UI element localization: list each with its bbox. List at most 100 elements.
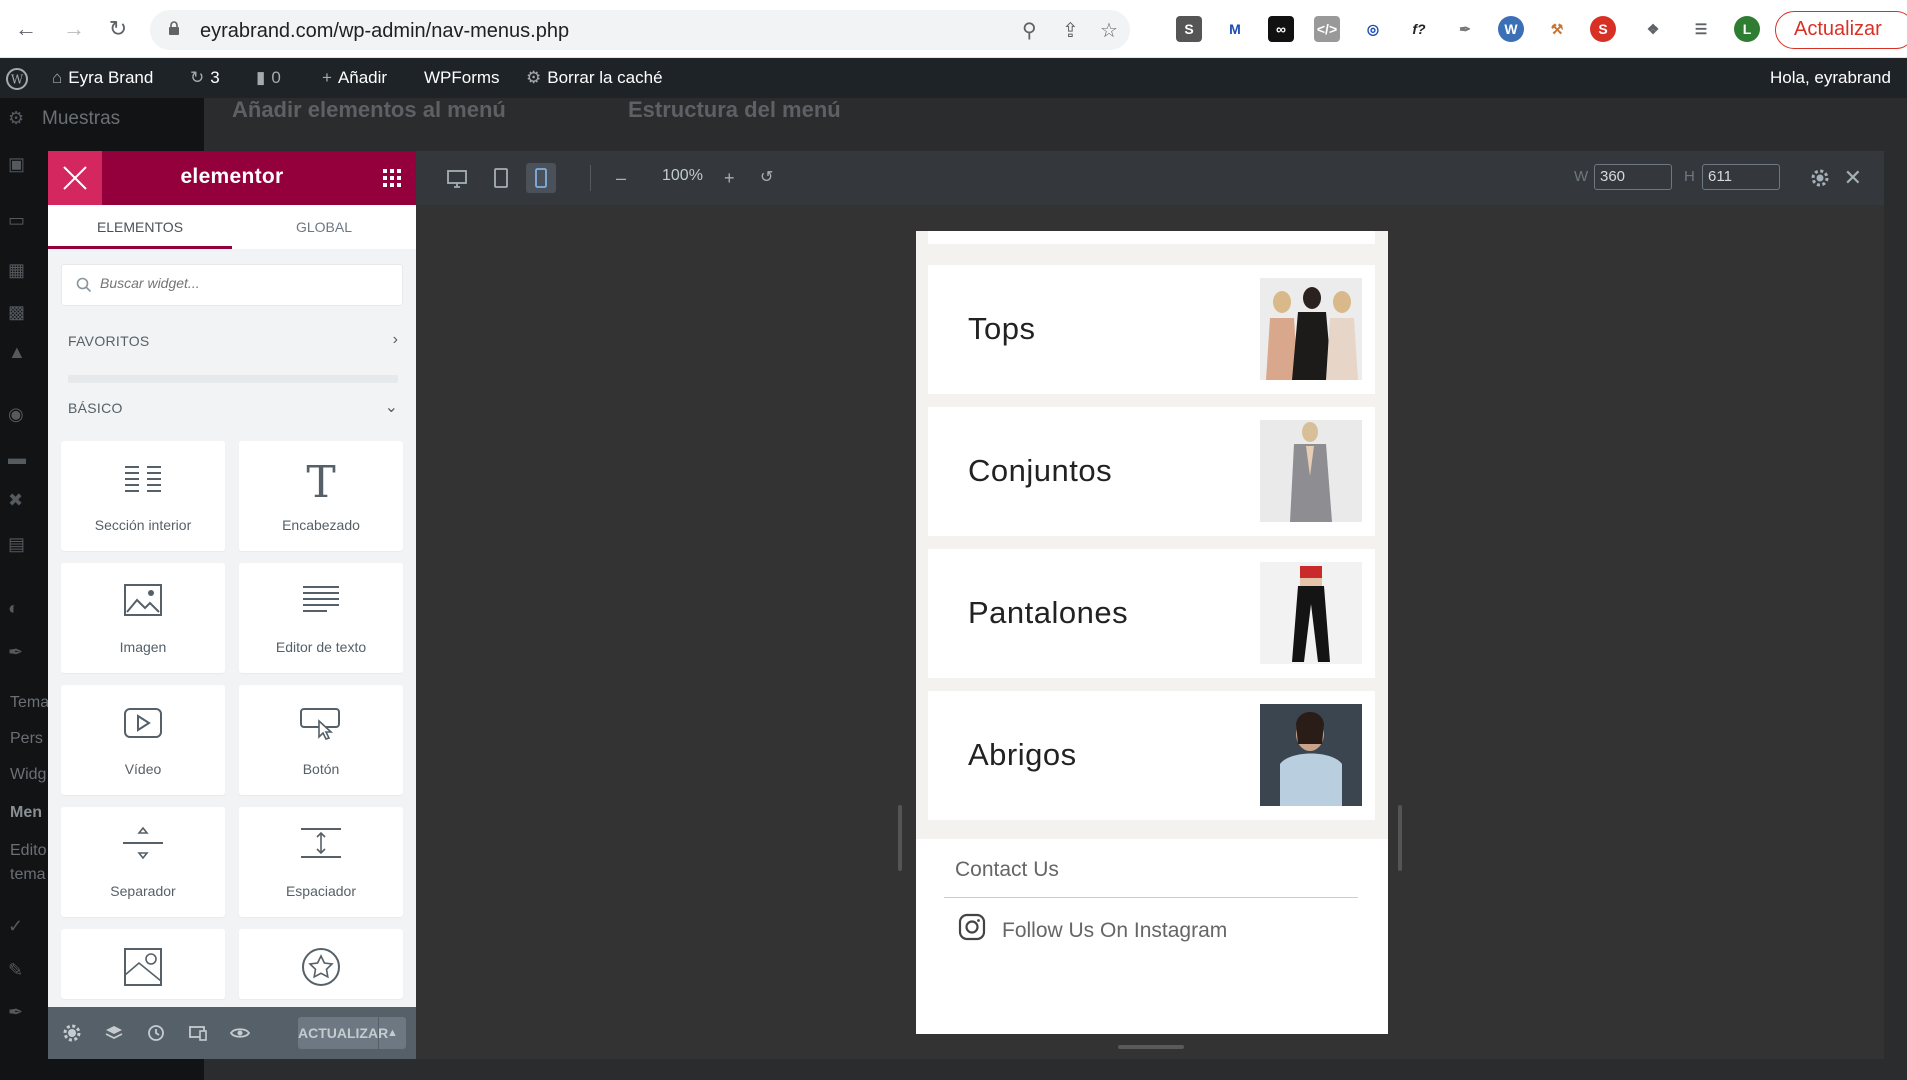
tablet-device-icon[interactable] bbox=[490, 167, 512, 189]
menu-item-conjuntos[interactable]: Conjuntos bbox=[928, 407, 1375, 536]
widget-divider[interactable]: Separador bbox=[61, 807, 225, 917]
widget-label: Sección interior bbox=[94, 517, 192, 533]
wordpress-logo-icon[interactable]: W bbox=[6, 68, 28, 95]
update-button-label: ACTUALIZAR bbox=[298, 1025, 389, 1041]
widget-video[interactable]: Vídeo bbox=[61, 685, 225, 795]
extension-wordpress-icon[interactable]: W bbox=[1498, 16, 1524, 42]
extension-target-icon[interactable]: ◎ bbox=[1360, 16, 1386, 42]
tab-elements[interactable]: ELEMENTOS bbox=[48, 205, 232, 249]
widget-button[interactable]: Botón bbox=[239, 685, 403, 795]
history-icon[interactable] bbox=[146, 1023, 166, 1043]
height-input[interactable]: 611 bbox=[1702, 164, 1780, 190]
extension-m-icon[interactable]: M bbox=[1222, 16, 1248, 42]
extension-hammer-icon[interactable]: ⚒ bbox=[1544, 16, 1570, 42]
media-queue-icon[interactable]: ☰ bbox=[1688, 16, 1714, 42]
back-icon[interactable]: ← bbox=[12, 15, 40, 43]
resize-handle-left[interactable] bbox=[898, 805, 902, 871]
chevron-down-icon[interactable]: ⌄ bbox=[385, 397, 398, 417]
add-new-link[interactable]: + Añadir bbox=[322, 68, 387, 88]
instagram-icon[interactable] bbox=[958, 913, 986, 941]
favorites-placeholder bbox=[68, 375, 398, 383]
sidebar-sub-widg[interactable]: Widg bbox=[10, 766, 46, 784]
zoom-in-icon[interactable]: + bbox=[724, 167, 735, 189]
comment-icon: ▮ bbox=[256, 68, 266, 87]
menu-item-partial[interactable] bbox=[928, 231, 1375, 244]
category-basic[interactable]: BÁSICO bbox=[68, 400, 123, 416]
widget-label: Encabezado bbox=[282, 517, 360, 533]
browser-update-button[interactable]: Actualizar bbox=[1775, 11, 1907, 49]
gear-icon[interactable] bbox=[1810, 167, 1830, 189]
menu-item-pantalones[interactable]: Pantalones bbox=[928, 549, 1375, 678]
widget-search[interactable] bbox=[61, 264, 403, 306]
widgets-grid-icon[interactable] bbox=[382, 168, 402, 188]
category-favorites[interactable]: FAVORITOS bbox=[68, 333, 150, 349]
extension-font-icon[interactable]: f? bbox=[1406, 16, 1432, 42]
desktop-device-icon[interactable] bbox=[446, 167, 468, 189]
forms-icon: ▤ bbox=[8, 534, 26, 554]
extension-eyedropper-icon[interactable]: ✒ bbox=[1452, 16, 1478, 42]
toolbar-divider bbox=[590, 165, 591, 191]
zoom-level: 100% bbox=[662, 167, 703, 184]
share-icon[interactable]: ⇪ bbox=[1062, 18, 1079, 43]
preview-eye-icon[interactable] bbox=[230, 1023, 250, 1043]
contact-us-link[interactable]: Contact Us bbox=[955, 858, 1059, 882]
extension-infinity-icon[interactable]: ∞ bbox=[1268, 16, 1294, 42]
search-icon bbox=[76, 277, 92, 293]
extension-s-icon[interactable]: S bbox=[1176, 16, 1202, 42]
reload-icon[interactable]: ↻ bbox=[104, 15, 132, 43]
chevron-right-icon[interactable]: › bbox=[393, 331, 398, 349]
widget-spacer[interactable]: Espaciador bbox=[239, 807, 403, 917]
widget-text-editor[interactable]: Editor de texto bbox=[239, 563, 403, 673]
wp-admin-bar: W ⌂ Eyra Brand ↻ 3 ▮ 0 + Añadir WPForms ⚙ Bor… bbox=[0, 59, 1907, 98]
updates-link[interactable]: ↻ 3 bbox=[190, 68, 220, 88]
search-input[interactable] bbox=[100, 275, 390, 291]
menu-item-abrigos[interactable]: Abrigos bbox=[928, 691, 1375, 820]
bottom-resize-handle[interactable] bbox=[1118, 1045, 1184, 1049]
sidebar-sub-tema[interactable]: Tema bbox=[10, 694, 49, 712]
responsive-mode-icon[interactable] bbox=[188, 1023, 208, 1043]
address-bar[interactable]: eyrabrand.com/wp-admin/nav-menus.php ⚲ ⇪… bbox=[150, 10, 1130, 50]
comments-link[interactable]: ▮ 0 bbox=[256, 68, 281, 88]
sidebar-sub-menus[interactable]: Men bbox=[10, 804, 42, 822]
widget-image[interactable]: Imagen bbox=[61, 563, 225, 673]
profile-avatar[interactable]: L bbox=[1734, 16, 1760, 42]
abrigos-photo bbox=[1260, 704, 1362, 806]
clear-cache-link[interactable]: ⚙ Borrar la caché bbox=[526, 68, 663, 88]
sidebar-item-muestras[interactable]: Muestras bbox=[42, 108, 120, 130]
sidebar-sub-pers[interactable]: Pers bbox=[10, 730, 43, 748]
home-icon: ⌂ bbox=[52, 68, 63, 87]
navigator-layers-icon[interactable] bbox=[104, 1023, 124, 1043]
mobile-device-button[interactable] bbox=[526, 163, 556, 193]
update-button[interactable]: ACTUALIZAR ▲ bbox=[298, 1017, 406, 1049]
instagram-link[interactable]: Follow Us On Instagram bbox=[1002, 919, 1227, 943]
extension-code-icon[interactable]: </> bbox=[1314, 16, 1340, 42]
sidebar-sub-tema2[interactable]: tema bbox=[10, 866, 46, 884]
zoom-out-icon[interactable]: – bbox=[616, 167, 626, 189]
extensions-puzzle-icon[interactable]: ❖ bbox=[1640, 16, 1666, 42]
sidebar-sub-editor[interactable]: Edito bbox=[10, 842, 46, 860]
bookmark-star-icon[interactable]: ☆ bbox=[1100, 18, 1118, 43]
save-options-caret-icon[interactable]: ▲ bbox=[378, 1017, 406, 1049]
close-responsive-icon[interactable]: ✕ bbox=[1844, 165, 1862, 191]
extension-seo-icon[interactable]: S bbox=[1590, 16, 1616, 42]
site-name-link[interactable]: ⌂ Eyra Brand bbox=[52, 68, 153, 88]
resize-handle-right[interactable] bbox=[1398, 805, 1402, 871]
updates-icon: ↻ bbox=[190, 68, 205, 87]
account-greeting[interactable]: Hola, eyrabrand bbox=[1770, 68, 1891, 88]
zoom-out-icon[interactable]: ⚲ bbox=[1022, 18, 1037, 43]
widget-google-maps[interactable] bbox=[61, 929, 225, 999]
tab-global[interactable]: GLOBAL bbox=[232, 205, 416, 249]
widget-heading[interactable]: T Encabezado bbox=[239, 441, 403, 551]
width-input[interactable]: 360 bbox=[1594, 164, 1672, 190]
widget-icon[interactable] bbox=[239, 929, 403, 999]
reset-zoom-icon[interactable]: ↺ bbox=[760, 167, 773, 189]
mobile-preview: Tops Conjuntos Pantalones Abrigos Contac… bbox=[916, 231, 1388, 1034]
divider-icon bbox=[123, 826, 163, 860]
comments-count: 0 bbox=[271, 68, 281, 87]
menu-item-tops[interactable]: Tops bbox=[928, 265, 1375, 394]
wpforms-link[interactable]: WPForms bbox=[424, 68, 500, 88]
settings-icon[interactable] bbox=[62, 1023, 82, 1043]
forward-icon[interactable]: → bbox=[60, 15, 88, 43]
widget-inner-section[interactable]: Sección interior bbox=[61, 441, 225, 551]
svg-text:T: T bbox=[306, 457, 335, 501]
